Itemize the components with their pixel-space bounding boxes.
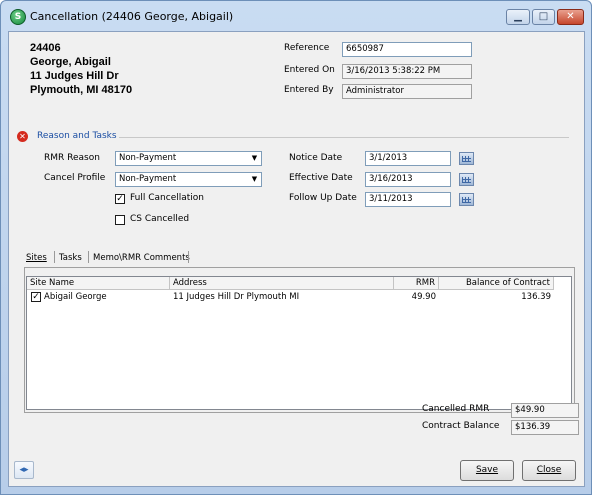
tab-tasks[interactable]: Tasks bbox=[59, 253, 82, 263]
rmr-reason-label: RMR Reason bbox=[44, 153, 100, 163]
tab-memo-rmr-comments[interactable]: Memo\RMR Comments bbox=[93, 253, 190, 263]
account-name: George, Abigail bbox=[30, 56, 111, 68]
cs-cancelled-checkbox[interactable] bbox=[115, 215, 125, 225]
column-header-balance[interactable]: Balance of Contract bbox=[439, 277, 554, 290]
section-divider bbox=[119, 137, 569, 138]
window-title: Cancellation (24406 George, Abigail) bbox=[30, 10, 234, 23]
notice-date-input[interactable]: 3/1/2013 bbox=[365, 151, 451, 166]
cancel-profile-label: Cancel Profile bbox=[44, 173, 106, 183]
close-button[interactable]: Close bbox=[522, 460, 576, 481]
cancellation-window: S Cancellation (24406 George, Abigail) ▁… bbox=[0, 0, 592, 495]
column-header-site-name[interactable]: Site Name bbox=[27, 277, 170, 290]
follow-up-date-calendar-icon[interactable] bbox=[459, 193, 474, 206]
entered-on-field: 3/16/2013 5:38:22 PM bbox=[342, 64, 472, 79]
account-address-line2: Plymouth, MI 48170 bbox=[30, 84, 133, 96]
rmr-reason-dropdown[interactable]: Non-Payment ▼ bbox=[115, 151, 262, 166]
effective-date-label: Effective Date bbox=[289, 173, 353, 183]
cancelled-rmr-value: $49.90 bbox=[511, 403, 579, 418]
entered-on-label: Entered On bbox=[284, 65, 335, 75]
maximize-icon: □ bbox=[538, 11, 549, 22]
account-number: 24406 bbox=[30, 42, 61, 54]
follow-up-date-label: Follow Up Date bbox=[289, 193, 357, 203]
close-window-button[interactable]: ✕ bbox=[557, 9, 584, 25]
navigation-arrows-button[interactable]: ◂▸ bbox=[14, 461, 34, 479]
minimize-icon: ▁ bbox=[514, 11, 522, 22]
full-cancellation-checkbox[interactable]: ✓ bbox=[115, 194, 125, 204]
notice-date-label: Notice Date bbox=[289, 153, 343, 163]
tab-separator bbox=[88, 251, 89, 263]
maximize-button[interactable]: □ bbox=[532, 9, 555, 25]
minimize-button[interactable]: ▁ bbox=[506, 9, 530, 25]
account-address-line1: 11 Judges Hill Dr bbox=[30, 70, 119, 82]
cancel-profile-value: Non-Payment bbox=[119, 174, 177, 184]
notice-date-calendar-icon[interactable] bbox=[459, 152, 474, 165]
title-bar[interactable]: S Cancellation (24406 George, Abigail) ▁… bbox=[1, 1, 591, 31]
cell-address: 11 Judges Hill Dr Plymouth MI bbox=[173, 292, 300, 302]
chevron-down-icon: ▼ bbox=[251, 154, 258, 162]
entered-by-field: Administrator bbox=[342, 84, 472, 99]
save-button[interactable]: Save bbox=[460, 460, 514, 481]
arrows-icon: ◂▸ bbox=[19, 465, 29, 475]
column-header-address[interactable]: Address bbox=[170, 277, 394, 290]
full-cancellation-label: Full Cancellation bbox=[130, 193, 204, 203]
tab-separator bbox=[54, 251, 55, 263]
chevron-down-icon: ▼ bbox=[251, 175, 258, 183]
app-logo-icon: S bbox=[10, 9, 26, 25]
table-row[interactable]: ✓ Abigail George 11 Judges Hill Dr Plymo… bbox=[27, 291, 554, 304]
close-icon: ✕ bbox=[566, 11, 575, 22]
reference-label: Reference bbox=[284, 43, 330, 53]
follow-up-date-input[interactable]: 3/11/2013 bbox=[365, 192, 451, 207]
row-select-checkbox[interactable]: ✓ bbox=[31, 292, 41, 302]
cs-cancelled-label: CS Cancelled bbox=[130, 214, 190, 224]
entered-by-label: Entered By bbox=[284, 85, 334, 95]
sites-table: Site Name Address RMR Balance of Contrac… bbox=[26, 276, 572, 410]
effective-date-input[interactable]: 3/16/2013 bbox=[365, 172, 451, 187]
reason-and-tasks-header: Reason and Tasks bbox=[37, 131, 117, 141]
tab-sites[interactable]: Sites bbox=[26, 253, 47, 263]
cancel-profile-dropdown[interactable]: Non-Payment ▼ bbox=[115, 172, 262, 187]
contract-balance-label: Contract Balance bbox=[422, 421, 500, 431]
cancelled-rmr-label: Cancelled RMR bbox=[422, 404, 490, 414]
column-header-rmr[interactable]: RMR bbox=[394, 277, 439, 290]
dialog-body: 24406 George, Abigail 11 Judges Hill Dr … bbox=[8, 31, 585, 487]
cell-rmr: 49.90 bbox=[411, 292, 436, 302]
tab-separator bbox=[188, 251, 189, 263]
reference-input[interactable]: 6650987 bbox=[342, 42, 472, 57]
cell-balance: 136.39 bbox=[521, 292, 551, 302]
contract-balance-value: $136.39 bbox=[511, 420, 579, 435]
effective-date-calendar-icon[interactable] bbox=[459, 173, 474, 186]
cell-site-name: Abigail George bbox=[44, 292, 107, 302]
error-icon: ✕ bbox=[17, 131, 28, 142]
rmr-reason-value: Non-Payment bbox=[119, 153, 177, 163]
